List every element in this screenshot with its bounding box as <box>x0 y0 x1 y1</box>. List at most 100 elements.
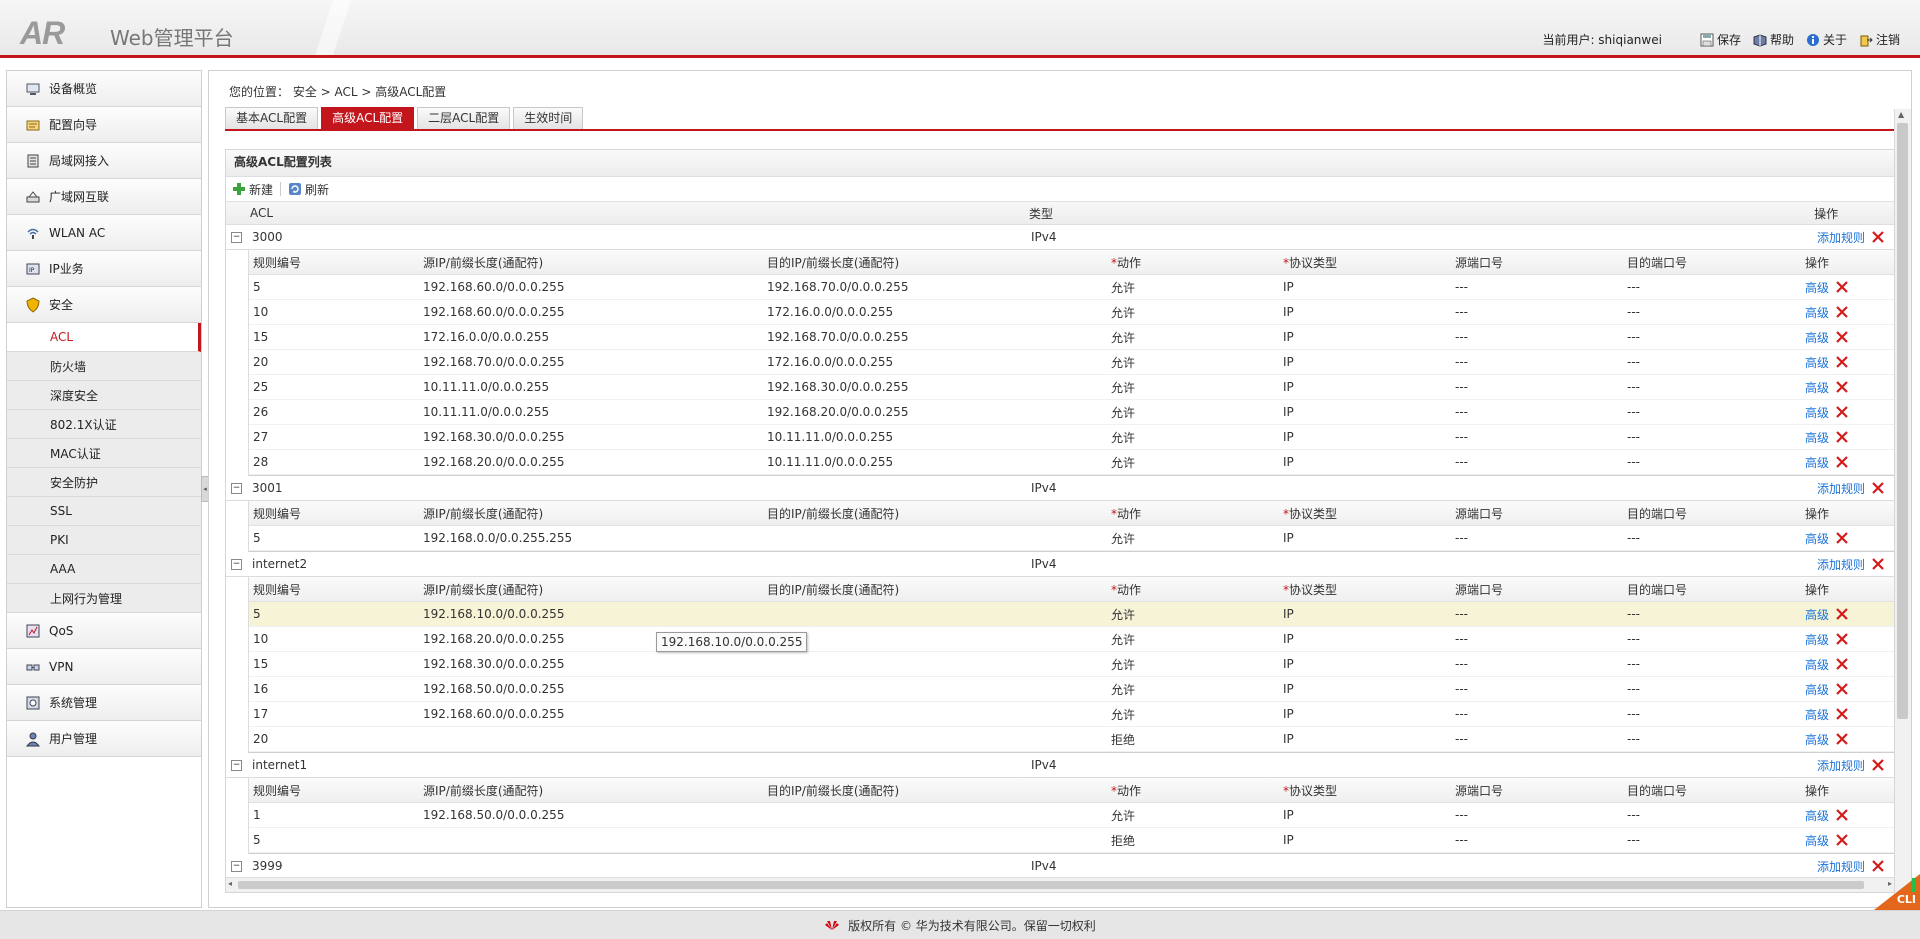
advanced-link[interactable]: 高级 <box>1805 807 1829 824</box>
collapse-icon[interactable]: − <box>231 558 242 570</box>
delete-icon[interactable] <box>1835 305 1849 319</box>
collapse-icon[interactable]: − <box>231 860 242 872</box>
delete-icon[interactable] <box>1835 833 1849 847</box>
advanced-link[interactable]: 高级 <box>1805 404 1829 421</box>
table-row[interactable]: 25 10.11.11.0/0.0.0.255 192.168.30.0/0.0.0… <box>249 375 1894 400</box>
tab-advanced-acl[interactable]: 高级ACL配置 <box>321 107 415 129</box>
delete-icon[interactable] <box>1871 557 1885 571</box>
sidebar-subitem-8021x[interactable]: 802.1X认证 <box>7 410 201 439</box>
advanced-link[interactable]: 高级 <box>1805 832 1829 849</box>
delete-icon[interactable] <box>1835 430 1849 444</box>
advanced-link[interactable]: 高级 <box>1805 656 1829 673</box>
add-rule-link[interactable]: 添加规则 <box>1817 556 1865 573</box>
delete-icon[interactable] <box>1835 455 1849 469</box>
collapse-icon[interactable]: − <box>231 759 242 771</box>
sidebar-item-security[interactable]: 安全 <box>7 287 201 323</box>
new-button[interactable]: 新建 <box>232 181 273 198</box>
delete-icon[interactable] <box>1835 732 1849 746</box>
table-row[interactable]: 27 192.168.30.0/0.0.0.255 10.11.11.0/0.0.0… <box>249 425 1894 450</box>
advanced-link[interactable]: 高级 <box>1805 379 1829 396</box>
add-rule-link[interactable]: 添加规则 <box>1817 229 1865 246</box>
delete-icon[interactable] <box>1871 859 1885 873</box>
horizontal-scroll-thumb[interactable] <box>238 881 1864 889</box>
scroll-up-icon[interactable]: ▲ <box>1898 110 1904 119</box>
delete-icon[interactable] <box>1871 481 1885 495</box>
sidebar-item-qos[interactable]: QoS <box>7 613 201 649</box>
tab-basic-acl[interactable]: 基本ACL配置 <box>225 107 319 129</box>
delete-icon[interactable] <box>1835 682 1849 696</box>
sidebar-subitem-acl[interactable]: ACL <box>7 323 201 352</box>
delete-icon[interactable] <box>1871 758 1885 772</box>
table-row[interactable]: 5 192.168.10.0/0.0.0.255 允许 IP --- --- 高级 <box>249 602 1894 627</box>
sidebar-item-user-mgmt[interactable]: 用户管理 <box>7 721 201 757</box>
sidebar-item-vpn[interactable]: VPN <box>7 649 201 685</box>
sidebar-item-config-wizard[interactable]: 配置向导 <box>7 107 201 143</box>
advanced-link[interactable]: 高级 <box>1805 429 1829 446</box>
advanced-link[interactable]: 高级 <box>1805 329 1829 346</box>
delete-icon[interactable] <box>1835 657 1849 671</box>
advanced-link[interactable]: 高级 <box>1805 731 1829 748</box>
delete-icon[interactable] <box>1835 707 1849 721</box>
table-row[interactable]: 1 192.168.50.0/0.0.0.255 允许 IP --- --- 高级 <box>249 803 1894 828</box>
sidebar-item-wan[interactable]: 广域网互联 <box>7 179 201 215</box>
about-button[interactable]: 关于 <box>1806 31 1847 48</box>
logout-button[interactable]: 注销 <box>1859 31 1900 48</box>
vertical-scroll-thumb[interactable] <box>1897 123 1908 719</box>
table-row[interactable]: 15 192.168.30.0/0.0.0.255 允许 IP --- --- 高级 <box>249 652 1894 677</box>
advanced-link[interactable]: 高级 <box>1805 530 1829 547</box>
sidebar-subitem-firewall[interactable]: 防火墙 <box>7 352 201 381</box>
sidebar-subitem-aaa[interactable]: AAA <box>7 555 201 584</box>
scroll-left-icon[interactable]: ◂ <box>228 879 232 888</box>
advanced-link[interactable]: 高级 <box>1805 304 1829 321</box>
table-row[interactable]: 20 拒绝 IP --- --- 高级 <box>249 727 1894 752</box>
table-row[interactable]: 28 192.168.20.0/0.0.0.255 10.11.11.0/0.0.0… <box>249 450 1894 475</box>
advanced-link[interactable]: 高级 <box>1805 631 1829 648</box>
delete-icon[interactable] <box>1871 230 1885 244</box>
advanced-link[interactable]: 高级 <box>1805 606 1829 623</box>
table-row[interactable]: 15 172.16.0.0/0.0.0.255 192.168.70.0/0.0.0… <box>249 325 1894 350</box>
sidebar-subitem-mac-auth[interactable]: MAC认证 <box>7 439 201 468</box>
delete-icon[interactable] <box>1835 531 1849 545</box>
add-rule-link[interactable]: 添加规则 <box>1817 858 1865 875</box>
delete-icon[interactable] <box>1835 355 1849 369</box>
sidebar-subitem-pki[interactable]: PKI <box>7 526 201 555</box>
advanced-link[interactable]: 高级 <box>1805 279 1829 296</box>
add-rule-link[interactable]: 添加规则 <box>1817 757 1865 774</box>
cli-button[interactable]: CLI <box>1874 874 1920 910</box>
advanced-link[interactable]: 高级 <box>1805 681 1829 698</box>
delete-icon[interactable] <box>1835 607 1849 621</box>
vertical-scrollbar[interactable]: ▲ ▼ <box>1894 109 1911 907</box>
delete-icon[interactable] <box>1835 632 1849 646</box>
table-row[interactable]: 10 192.168.20.0/0.0.0.255 允许 IP --- --- 高级 <box>249 627 1894 652</box>
refresh-button[interactable]: 刷新 <box>288 181 329 198</box>
table-row[interactable]: 17 192.168.60.0/0.0.0.255 允许 IP --- --- 高级 <box>249 702 1894 727</box>
horizontal-scrollbar[interactable]: ◂ ▸ <box>226 877 1894 892</box>
delete-icon[interactable] <box>1835 405 1849 419</box>
sidebar-subitem-ssl[interactable]: SSL <box>7 497 201 526</box>
sidebar-item-device-overview[interactable]: 设备概览 <box>7 71 201 107</box>
table-row[interactable]: 5 192.168.0.0/0.0.255.255 允许 IP --- --- 高级 <box>249 526 1894 551</box>
sidebar-subitem-behavior-mgmt[interactable]: 上网行为管理 <box>7 584 201 613</box>
collapse-icon[interactable]: − <box>231 482 242 494</box>
delete-icon[interactable] <box>1835 808 1849 822</box>
add-rule-link[interactable]: 添加规则 <box>1817 480 1865 497</box>
tab-layer2-acl[interactable]: 二层ACL配置 <box>417 107 511 129</box>
table-row[interactable]: 26 10.11.11.0/0.0.0.255 192.168.20.0/0.0.0… <box>249 400 1894 425</box>
advanced-link[interactable]: 高级 <box>1805 354 1829 371</box>
sidebar-subitem-attack-defense[interactable]: 安全防护 <box>7 468 201 497</box>
table-row[interactable]: 5 192.168.60.0/0.0.0.255 192.168.70.0/0.0.… <box>249 275 1894 300</box>
sidebar-item-wlan-ac[interactable]: WLAN AC <box>7 215 201 251</box>
save-button[interactable]: 保存 <box>1700 31 1741 48</box>
table-row[interactable]: 10 192.168.60.0/0.0.0.255 172.16.0.0/0.0.0… <box>249 300 1894 325</box>
help-button[interactable]: 帮助 <box>1753 31 1794 48</box>
advanced-link[interactable]: 高级 <box>1805 454 1829 471</box>
sidebar-subitem-deep-security[interactable]: 深度安全 <box>7 381 201 410</box>
delete-icon[interactable] <box>1835 330 1849 344</box>
advanced-link[interactable]: 高级 <box>1805 706 1829 723</box>
delete-icon[interactable] <box>1835 280 1849 294</box>
table-row[interactable]: 16 192.168.50.0/0.0.0.255 允许 IP --- --- 高级 <box>249 677 1894 702</box>
sidebar-item-lan[interactable]: 局域网接入 <box>7 143 201 179</box>
table-row[interactable]: 5 拒绝 IP --- --- 高级 <box>249 828 1894 853</box>
tab-time-range[interactable]: 生效时间 <box>513 107 584 129</box>
sidebar-item-ip-service[interactable]: IP IP业务 <box>7 251 201 287</box>
